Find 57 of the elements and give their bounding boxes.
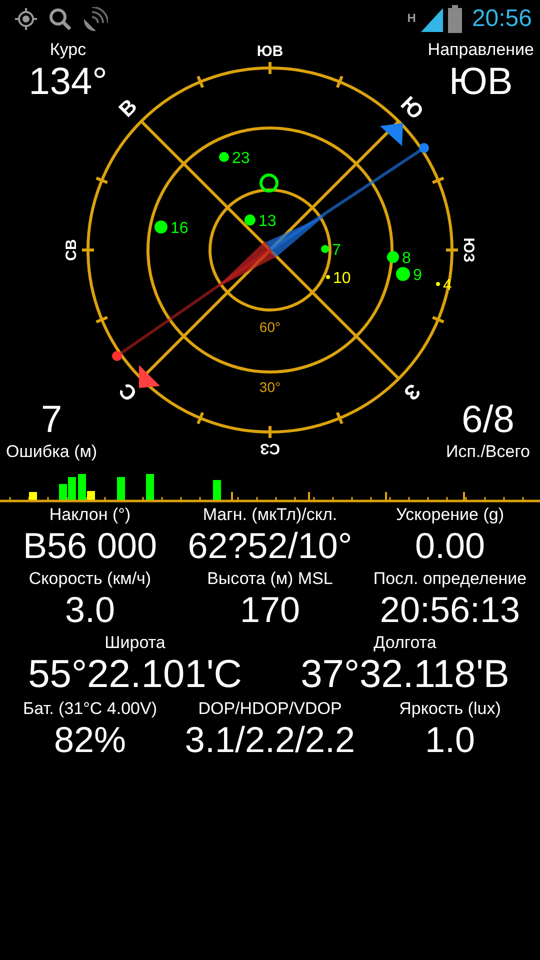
- compass-label: СЗ: [260, 440, 280, 457]
- reading-label: DOP/HDOP/VDOP: [198, 699, 342, 719]
- reading-value: 3.0: [64, 589, 116, 631]
- compass-label: ЮВ: [256, 43, 284, 60]
- compass-label: З: [399, 379, 425, 405]
- reading-label: Ускорение (g): [396, 505, 504, 525]
- reading-label: Долгота: [374, 633, 436, 653]
- signal-icon: [420, 6, 444, 32]
- error-value: 7: [40, 398, 62, 442]
- direction-label: Направление: [428, 40, 534, 60]
- reading-label: Магн. (мкТл)/скл.: [202, 505, 338, 525]
- compass-label: Ю: [396, 92, 428, 124]
- pointer-icon: [139, 365, 160, 388]
- compass-label: СВ: [63, 239, 80, 261]
- reading-label: Наклон (°): [49, 505, 131, 525]
- reading-value: 82%: [54, 719, 126, 761]
- compass-label: С: [114, 378, 142, 406]
- satellite-count-value: 6/8: [462, 398, 514, 442]
- reading-label: Высота (м) MSL: [207, 569, 333, 589]
- reading-value: 1.0: [424, 719, 476, 761]
- hollow-circle-icon: [260, 174, 278, 192]
- satellite-dish-icon[interactable]: [82, 7, 108, 31]
- reading-value: 62?52/10°: [188, 525, 352, 567]
- reading-value: 170: [240, 589, 300, 631]
- satellite-number: 8: [402, 250, 411, 267]
- elevation-label: 60°: [259, 319, 281, 335]
- reading-label: Бат. (31°C 4.00V): [22, 699, 158, 719]
- course-value: 134°: [28, 60, 108, 104]
- course-label: Курс: [50, 40, 86, 60]
- satellite-number: 9: [413, 267, 422, 284]
- reading-label: Яркость (lux): [399, 699, 501, 719]
- satellite-count-label: Исп./Всего: [446, 442, 530, 462]
- satellite-number: 16: [170, 220, 188, 237]
- network-type-label: H: [407, 11, 416, 25]
- reading-label: Скорость (км/ч): [28, 569, 152, 589]
- reading-value: В56 000: [22, 525, 158, 567]
- battery-icon: [448, 5, 462, 33]
- pointer-icon: [380, 123, 403, 146]
- reading-value: 55°22.101'С: [28, 653, 242, 697]
- reading-value: 0.00: [414, 525, 486, 567]
- satellite-number: 7: [332, 242, 341, 259]
- compass-label: ЮЗ: [460, 238, 477, 262]
- satellite-number: 23: [232, 150, 250, 167]
- reading-value: 37°32.118'В: [300, 653, 510, 697]
- satellite-number: 13: [258, 213, 276, 230]
- search-icon[interactable]: [48, 7, 72, 31]
- gps-icon[interactable]: [14, 7, 38, 31]
- reading-value: 20:56:13: [380, 589, 520, 631]
- error-label: Ошибка (м): [6, 442, 98, 462]
- direction-value: ЮВ: [449, 60, 513, 104]
- elevation-label: 30°: [259, 379, 281, 395]
- reading-label: Широта: [104, 633, 166, 653]
- reading-label: Посл. определение: [373, 569, 527, 589]
- compass-label: В: [114, 94, 142, 122]
- reading-value: 3.1/2.2/2.2: [184, 719, 356, 761]
- satellite-number: 10: [333, 270, 351, 287]
- status-time: 20:56: [472, 5, 532, 33]
